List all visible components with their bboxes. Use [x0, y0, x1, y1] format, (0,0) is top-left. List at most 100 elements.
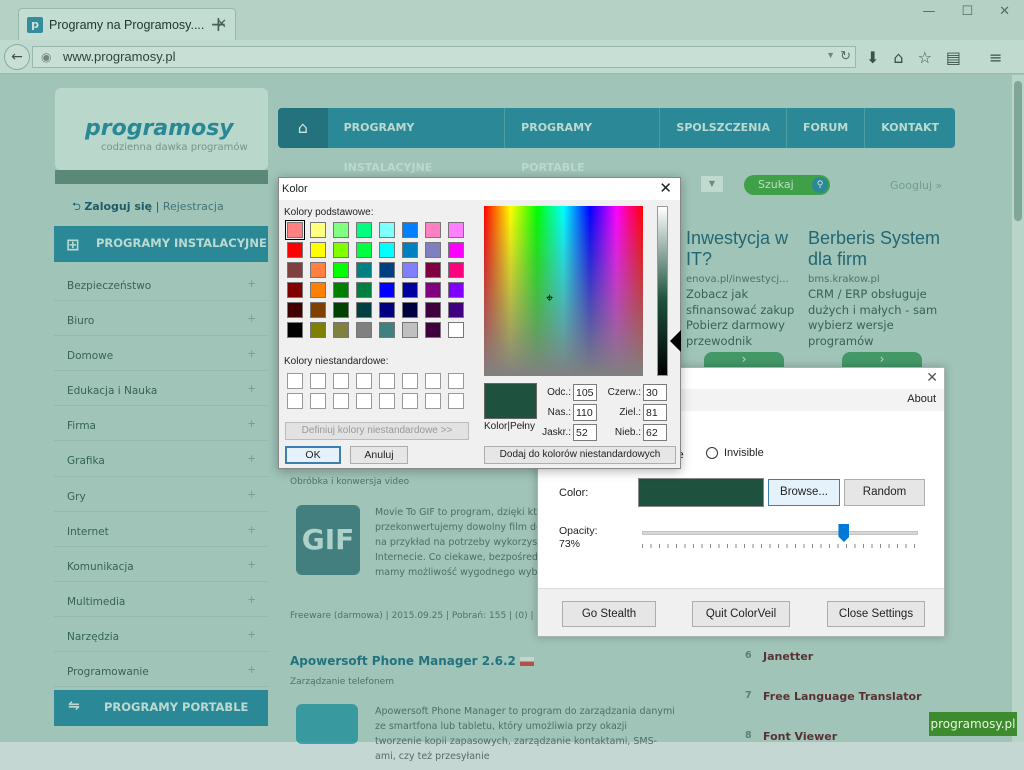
bookmarks-icon[interactable]: ▤: [946, 48, 961, 67]
basic-color-swatch[interactable]: [356, 262, 372, 278]
basic-color-swatch[interactable]: [287, 262, 303, 278]
nav-item-portable[interactable]: PROGRAMY PORTABLE: [505, 108, 661, 174]
basic-color-swatch[interactable]: [310, 282, 326, 298]
basic-color-swatch[interactable]: [379, 322, 395, 338]
browse-button[interactable]: Browse...: [768, 479, 840, 506]
basic-color-swatch[interactable]: [356, 302, 372, 318]
opacity-slider-thumb[interactable]: [838, 524, 850, 542]
category-item[interactable]: Gry: [54, 477, 268, 512]
ad-arrow-button[interactable]: ›: [704, 352, 784, 368]
search-button[interactable]: Szukaj ⚲: [744, 175, 830, 195]
category-item[interactable]: Edukacja i Nauka: [54, 371, 268, 407]
ad-arrow-button[interactable]: ›: [842, 352, 922, 368]
basic-color-swatch[interactable]: [333, 222, 349, 238]
red-field[interactable]: 30: [643, 384, 667, 401]
green-field[interactable]: 81: [643, 404, 667, 421]
basic-color-swatch[interactable]: [287, 322, 303, 338]
login-link[interactable]: Zaloguj się: [84, 200, 152, 213]
basic-color-swatch[interactable]: [333, 302, 349, 318]
lum-field[interactable]: 52: [573, 424, 597, 441]
basic-color-swatch[interactable]: [402, 282, 418, 298]
site-logo[interactable]: programosy codzienna dawka programów: [55, 88, 268, 170]
category-item[interactable]: Biuro: [54, 301, 268, 337]
about-menu[interactable]: About: [907, 393, 936, 405]
custom-color-swatch[interactable]: [425, 373, 441, 389]
basic-color-swatch[interactable]: [356, 322, 372, 338]
basic-color-swatch[interactable]: [287, 242, 303, 258]
basic-color-swatch[interactable]: [379, 262, 395, 278]
category-item[interactable]: Bezpieczeństwo: [54, 266, 268, 302]
googluj-link[interactable]: Googluj »: [890, 179, 942, 192]
basic-color-swatch[interactable]: [425, 242, 441, 258]
article-title[interactable]: Apowersoft Phone Manager 2.6.2: [290, 654, 534, 668]
basic-color-swatch[interactable]: [448, 242, 464, 258]
close-icon[interactable]: ✕: [926, 370, 938, 386]
basic-color-swatch[interactable]: [448, 322, 464, 338]
random-button[interactable]: Random: [844, 479, 925, 506]
basic-color-swatch[interactable]: [425, 302, 441, 318]
scrollbar-thumb[interactable]: [1014, 81, 1022, 221]
basic-color-swatch[interactable]: [310, 222, 326, 238]
cancel-button[interactable]: Anuluj: [350, 446, 408, 464]
basic-color-swatch[interactable]: [425, 222, 441, 238]
download-icon[interactable]: ⬇: [866, 48, 879, 67]
page-scrollbar[interactable]: [1012, 75, 1024, 742]
basic-color-swatch[interactable]: [310, 322, 326, 338]
basic-color-swatch[interactable]: [333, 282, 349, 298]
hue-field[interactable]: 105: [573, 384, 597, 401]
custom-color-swatch[interactable]: [287, 373, 303, 389]
custom-color-swatch[interactable]: [333, 393, 349, 409]
phone-manager-icon[interactable]: [296, 704, 358, 744]
category-item[interactable]: Grafika: [54, 441, 268, 477]
basic-color-swatch[interactable]: [310, 262, 326, 278]
basic-color-swatch[interactable]: [285, 220, 305, 240]
custom-color-swatch[interactable]: [379, 393, 395, 409]
category-item[interactable]: Komunikacja: [54, 547, 268, 582]
close-window-icon[interactable]: ✕: [999, 4, 1010, 19]
custom-color-swatch[interactable]: [379, 373, 395, 389]
category-item[interactable]: Internet: [54, 512, 268, 547]
custom-color-swatch[interactable]: [310, 373, 326, 389]
ok-button[interactable]: OK: [285, 446, 341, 464]
sidebar-header-portable[interactable]: ⇋ PROGRAMY PORTABLE: [54, 690, 268, 726]
nav-item-forum[interactable]: FORUM: [787, 108, 866, 148]
nav-item-spolszczenia[interactable]: SPOLSZCZENIA: [660, 108, 788, 148]
maximize-icon[interactable]: ☐: [961, 4, 973, 19]
dropdown-icon[interactable]: ▼: [826, 50, 835, 60]
basic-color-swatch[interactable]: [448, 282, 464, 298]
basic-color-swatch[interactable]: [402, 302, 418, 318]
basic-color-swatch[interactable]: [379, 302, 395, 318]
register-link[interactable]: Rejestracja: [163, 200, 224, 213]
reload-icon[interactable]: ↻: [840, 48, 851, 64]
add-custom-color-button[interactable]: Dodaj do kolorów niestandardowych: [484, 446, 676, 464]
quit-colorveil-button[interactable]: Quit ColorVeil: [692, 601, 790, 627]
color-spectrum[interactable]: ⌖: [484, 206, 643, 376]
basic-color-swatch[interactable]: [356, 222, 372, 238]
category-item[interactable]: Narzędzia: [54, 617, 268, 653]
luminosity-slider[interactable]: [657, 206, 668, 376]
category-item[interactable]: Firma: [54, 406, 268, 442]
nav-item-instalacyjne[interactable]: PROGRAMY INSTALACYJNE: [328, 108, 506, 174]
dialog-titlebar[interactable]: Kolor ✕: [279, 178, 680, 200]
custom-color-swatch[interactable]: [402, 393, 418, 409]
basic-color-swatch[interactable]: [448, 302, 464, 318]
basic-color-swatch[interactable]: [402, 322, 418, 338]
basic-color-swatch[interactable]: [402, 262, 418, 278]
nav-item-kontakt[interactable]: KONTAKT: [865, 108, 955, 148]
basic-color-swatch[interactable]: [379, 282, 395, 298]
home-icon[interactable]: ⌂: [893, 48, 903, 67]
basic-color-swatch[interactable]: [425, 282, 441, 298]
ad-block[interactable]: Berberis System dla firm bms.krakow.pl C…: [808, 228, 948, 349]
go-stealth-button[interactable]: Go Stealth: [562, 601, 656, 627]
minimize-icon[interactable]: —: [922, 4, 935, 19]
ranking-item[interactable]: 8 Font Viewer: [745, 730, 965, 770]
ranking-item[interactable]: 6 Janetter: [745, 650, 965, 690]
basic-color-swatch[interactable]: [402, 222, 418, 238]
custom-color-swatch[interactable]: [356, 373, 372, 389]
back-icon[interactable]: ←: [4, 44, 30, 70]
custom-color-swatch[interactable]: [287, 393, 303, 409]
basic-color-swatch[interactable]: [310, 302, 326, 318]
custom-color-swatch[interactable]: [448, 373, 464, 389]
basic-color-swatch[interactable]: [425, 262, 441, 278]
custom-color-swatch[interactable]: [310, 393, 326, 409]
